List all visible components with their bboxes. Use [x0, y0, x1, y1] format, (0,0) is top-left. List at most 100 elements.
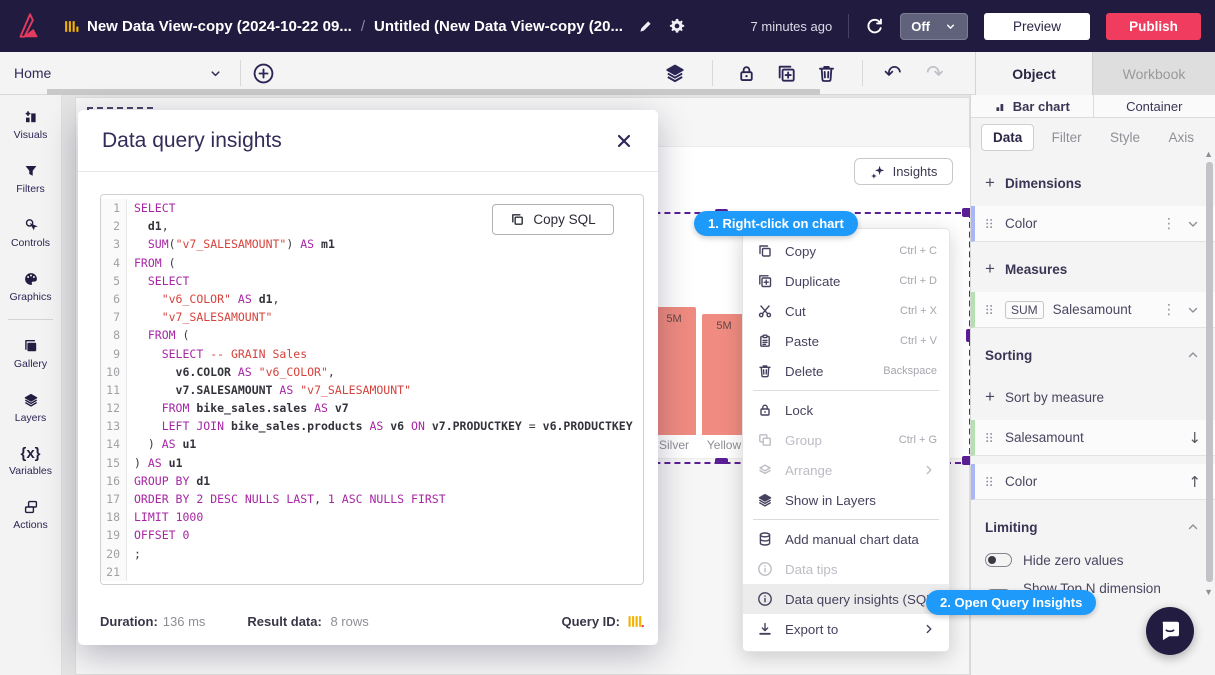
sidebar-item-filters[interactable]: Filters [0, 159, 61, 199]
sql-line-number: 12 [101, 399, 127, 417]
sidebar-item-graphics[interactable]: Graphics [0, 267, 61, 307]
sql-token: SELECT [134, 201, 176, 215]
sidebar-item-actions[interactable]: Actions [0, 495, 61, 535]
add-sort-by-measure[interactable]: +Sort by measure [971, 382, 1215, 412]
sql-token: AS [369, 419, 383, 433]
menu-item-duplicate[interactable]: DuplicateCtrl + D [743, 266, 949, 296]
sidebar-item-label: Filters [16, 183, 45, 195]
chevron-down-icon[interactable] [208, 52, 223, 94]
sort-direction-down-icon[interactable]: ↓ [1188, 429, 1201, 447]
scroll-up-arrow[interactable]: ▲ [1204, 149, 1213, 159]
sorting-header[interactable]: Sorting [971, 340, 1215, 370]
sql-token [134, 237, 148, 251]
sql-code-block[interactable]: 1SELECT2 d1,3 SUM("v7_SALESAMOUNT") AS m… [100, 194, 644, 585]
horizontal-scrollbar[interactable] [47, 89, 820, 95]
sidebar-item-gallery[interactable]: Gallery [0, 334, 61, 374]
selection-handle-bottom[interactable] [715, 458, 728, 464]
refresh-icon[interactable] [865, 17, 884, 36]
add-measure[interactable]: +Measures [971, 254, 1215, 284]
trash-icon[interactable] [816, 52, 837, 94]
menu-item-paste[interactable]: PasteCtrl + V [743, 326, 949, 356]
auto-refresh-dropdown[interactable]: Off [900, 13, 968, 40]
sql-line-code [127, 563, 134, 581]
close-icon[interactable] [614, 131, 634, 151]
add-dimension[interactable]: +Dimensions [971, 168, 1215, 198]
panel-tab-data[interactable]: Data [981, 124, 1034, 151]
sql-line-code: GROUP BY d1 [127, 472, 210, 490]
sql-token: d1 [148, 219, 162, 233]
breadcrumb-page-title[interactable]: Untitled (New Data View-copy (20... [374, 18, 623, 35]
menu-item-export-to[interactable]: Export to [743, 614, 949, 644]
sql-token: u1 [183, 437, 197, 451]
sidebar-item-layers[interactable]: Layers [0, 388, 61, 428]
kebab-menu-icon[interactable]: ⋮ [1162, 216, 1176, 232]
lock-icon[interactable] [736, 52, 757, 94]
sort-row-salesamount[interactable]: Salesamount↓ [971, 420, 1215, 456]
sidebar-item-variables[interactable]: {x}Variables [0, 442, 61, 481]
menu-item-lock[interactable]: Lock [743, 395, 949, 425]
vertical-scrollbar[interactable] [1206, 162, 1213, 582]
panel-tab-filter[interactable]: Filter [1041, 125, 1093, 150]
add-sort-by-measure-label: Sort by measure [1005, 390, 1104, 405]
drag-handle-icon[interactable] [983, 303, 996, 316]
duplicate-icon [757, 273, 773, 289]
home-page-selector[interactable]: Home [14, 52, 51, 94]
sort-direction-up-icon[interactable]: ↑ [1188, 473, 1201, 491]
chevron-down-icon[interactable] [1185, 216, 1201, 232]
sql-token [169, 510, 176, 524]
breadcrumb-dataset[interactable]: New Data View-copy (2024-10-22 09... [87, 18, 352, 35]
chevron-down-icon[interactable] [1185, 302, 1201, 318]
sql-token: SUM [148, 237, 169, 251]
publish-button[interactable]: Publish [1106, 13, 1201, 40]
undo-icon[interactable]: ↶ [884, 52, 902, 94]
duplicate-icon[interactable] [776, 52, 797, 94]
layers-icon[interactable] [664, 52, 686, 94]
menu-item-delete[interactable]: DeleteBackspace [743, 356, 949, 386]
duration-label: Duration: [100, 614, 158, 629]
sort-row-color[interactable]: Color↑ [971, 464, 1215, 500]
tab-bar-chart[interactable]: Bar chart [971, 95, 1094, 117]
toggle-hide-zero-values[interactable]: Hide zero values [971, 542, 1215, 578]
add-item-icon[interactable] [252, 52, 275, 94]
drag-handle-icon[interactable] [983, 475, 996, 488]
toggle-switch-off[interactable] [985, 553, 1012, 567]
copy-sql-button[interactable]: Copy SQL [492, 204, 614, 235]
menu-item-show-in-layers[interactable]: Show in Layers [743, 485, 949, 515]
menu-item-add-manual-chart-data[interactable]: Add manual chart data [743, 524, 949, 554]
sidebar-item-controls[interactable]: Controls [0, 213, 61, 253]
tab-container[interactable]: Container [1094, 95, 1215, 117]
scroll-down-arrow[interactable]: ▼ [1204, 587, 1213, 597]
dimension-row-color[interactable]: Color⋮ [971, 206, 1215, 242]
menu-item-data-query-insights-sql-[interactable]: Data query insights (SQL) [743, 584, 949, 614]
tab-object[interactable]: Object [975, 52, 1092, 95]
palette-icon [23, 271, 39, 287]
sidebar-item-visuals[interactable]: Visuals [0, 105, 61, 145]
insights-button[interactable]: Insights [854, 158, 953, 185]
menu-item-label: Add manual chart data [785, 532, 919, 547]
aggregation-chip[interactable]: SUM [1005, 301, 1044, 319]
plus-icon: + [985, 173, 995, 193]
menu-item-cut[interactable]: CutCtrl + X [743, 296, 949, 326]
edit-pencil-icon[interactable] [637, 18, 654, 35]
sql-line: 4FROM ( [101, 254, 643, 272]
sparkles-icon [870, 164, 886, 180]
drag-handle-icon[interactable] [983, 217, 996, 230]
preview-button[interactable]: Preview [984, 13, 1090, 40]
brand-logo-icon[interactable] [14, 10, 44, 42]
menu-item-copy[interactable]: CopyCtrl + C [743, 236, 949, 266]
sql-token: "v7_SALESAMOUNT" [176, 237, 287, 251]
sql-token: -- GRAIN Sales [210, 347, 307, 361]
sql-token: 0 [182, 528, 189, 542]
help-chat-button[interactable] [1146, 607, 1194, 655]
tab-workbook[interactable]: Workbook [1092, 52, 1215, 95]
measure-row-salesamount[interactable]: SUMSalesamount⋮ [971, 292, 1215, 328]
panel-tab-style[interactable]: Style [1099, 125, 1151, 150]
settings-gear-icon[interactable] [668, 17, 686, 35]
kebab-menu-icon[interactable]: ⋮ [1162, 302, 1176, 318]
sql-token: ORDER BY [134, 492, 189, 506]
sql-line-code: OFFSET 0 [127, 526, 189, 544]
limiting-header[interactable]: Limiting [971, 512, 1215, 542]
panel-tab-axis[interactable]: Axis [1157, 125, 1205, 150]
menu-item-label: Copy [785, 244, 816, 259]
drag-handle-icon[interactable] [983, 431, 996, 444]
